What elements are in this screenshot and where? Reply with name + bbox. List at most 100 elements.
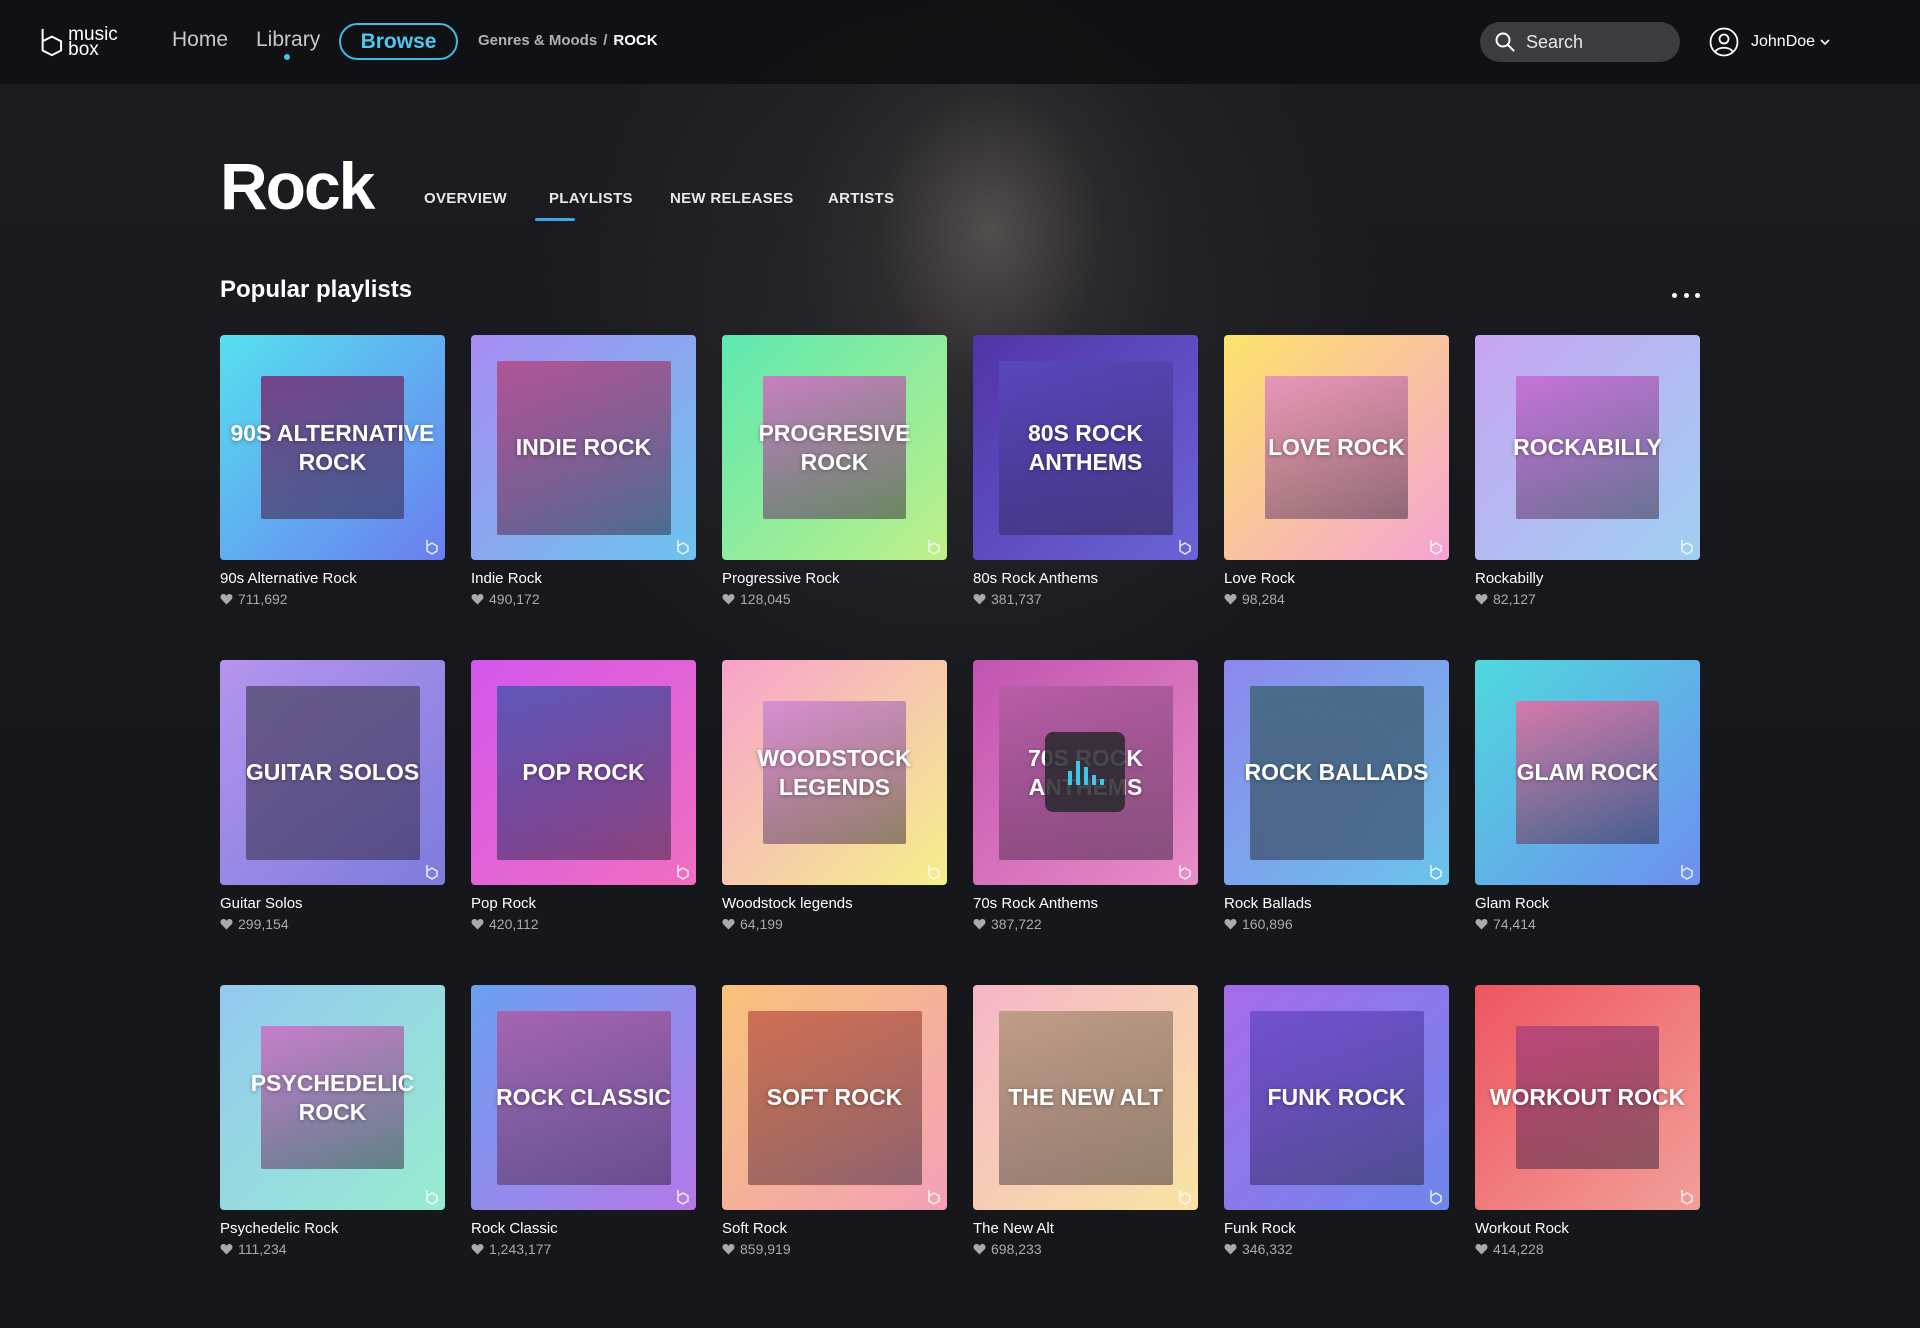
tab-artists[interactable]: ARTISTS bbox=[828, 190, 894, 207]
playlist-name[interactable]: Funk Rock bbox=[1224, 1220, 1449, 1237]
playlist-cover[interactable]: ROCK CLASSIC bbox=[471, 985, 696, 1210]
playlist-name[interactable]: Workout Rock bbox=[1475, 1220, 1700, 1237]
playlist-cover[interactable]: WOODSTOCK LEGENDS bbox=[722, 660, 947, 885]
heart-icon bbox=[1224, 1243, 1237, 1255]
playlist-name[interactable]: Glam Rock bbox=[1475, 895, 1700, 912]
tab-overview[interactable]: OVERVIEW bbox=[424, 190, 507, 207]
breadcrumb-current: ROCK bbox=[613, 32, 658, 49]
playlist-name[interactable]: Pop Rock bbox=[471, 895, 696, 912]
more-dot bbox=[1672, 292, 1677, 298]
heart-icon bbox=[1475, 593, 1488, 605]
playlist-card[interactable]: GUITAR SOLOS Guitar Solos 299,154 bbox=[220, 660, 445, 932]
search-box[interactable] bbox=[1480, 22, 1680, 62]
heart-icon bbox=[471, 1243, 484, 1255]
playlist-cover[interactable]: 90s ALTERNATIVE ROCK bbox=[220, 335, 445, 560]
music-box-badge-icon bbox=[928, 540, 940, 555]
heart-icon bbox=[1475, 918, 1488, 930]
playlist-name[interactable]: Indie Rock bbox=[471, 570, 696, 587]
nav-library[interactable]: Library bbox=[256, 28, 320, 52]
playlist-cover[interactable]: LOVE ROCK bbox=[1224, 335, 1449, 560]
user-menu[interactable]: JohnDoe bbox=[1709, 26, 1831, 58]
playlist-name[interactable]: Rock Classic bbox=[471, 1220, 696, 1237]
playlist-cover[interactable]: PSYCHEDELIC ROCK bbox=[220, 985, 445, 1210]
playlist-cover[interactable]: WORKOUT ROCK bbox=[1475, 985, 1700, 1210]
playlist-likes: 387,722 bbox=[973, 916, 1198, 932]
cover-title: ROCKABILLY bbox=[1513, 434, 1662, 460]
playlist-name[interactable]: 90s Alternative Rock bbox=[220, 570, 445, 587]
playlist-card[interactable]: 70s ROCK ANTHEMS 70s Rock Anthems 387,722 bbox=[973, 660, 1198, 932]
cover-title: INDIE ROCK bbox=[515, 434, 652, 460]
music-box-badge-icon bbox=[426, 540, 438, 555]
playlist-cover[interactable]: INDIE ROCK bbox=[471, 335, 696, 560]
breadcrumb-parent[interactable]: Genres & Moods bbox=[478, 32, 597, 49]
heart-icon bbox=[722, 593, 735, 605]
playlist-name[interactable]: The New Alt bbox=[973, 1220, 1198, 1237]
playlist-name[interactable]: Woodstock legends bbox=[722, 895, 947, 912]
playlist-cover[interactable]: SOFT ROCK bbox=[722, 985, 947, 1210]
cover-title: 90s ALTERNATIVE ROCK bbox=[230, 419, 435, 475]
playlist-name[interactable]: Progressive Rock bbox=[722, 570, 947, 587]
heart-icon bbox=[1475, 1243, 1488, 1255]
playlist-card[interactable]: ROCKABILLY Rockabilly 82,127 bbox=[1475, 335, 1700, 607]
playlist-card[interactable]: ROCK CLASSIC Rock Classic 1,243,177 bbox=[471, 985, 696, 1257]
nav-home[interactable]: Home bbox=[172, 28, 228, 52]
playlist-name[interactable]: Guitar Solos bbox=[220, 895, 445, 912]
cover-title: WORKOUT ROCK bbox=[1489, 1084, 1686, 1110]
music-box-badge-icon bbox=[677, 1190, 689, 1205]
playlist-likes: 160,896 bbox=[1224, 916, 1449, 932]
playlist-name[interactable]: 80s Rock Anthems bbox=[973, 570, 1198, 587]
playlist-card[interactable]: PSYCHEDELIC ROCK Psychedelic Rock 111,234 bbox=[220, 985, 445, 1257]
music-box-logo[interactable]: music box bbox=[38, 20, 134, 64]
more-options-button[interactable] bbox=[1672, 290, 1700, 300]
more-dot bbox=[1683, 292, 1689, 298]
likes-count: 381,737 bbox=[991, 591, 1042, 607]
playlist-card[interactable]: PROGRESIVE ROCK Progressive Rock 128,045 bbox=[722, 335, 947, 607]
playlist-cover[interactable]: 70s ROCK ANTHEMS bbox=[973, 660, 1198, 885]
playlist-card[interactable]: FUNK ROCK Funk Rock 346,332 bbox=[1224, 985, 1449, 1257]
playlist-card[interactable]: ROCK BALLADS Rock Ballads 160,896 bbox=[1224, 660, 1449, 932]
playlist-cover[interactable]: ROCKABILLY bbox=[1475, 335, 1700, 560]
tab-playlists[interactable]: PLAYLISTS bbox=[549, 190, 633, 207]
playlist-card[interactable]: LOVE ROCK Love Rock 98,284 bbox=[1224, 335, 1449, 607]
nav-browse-button[interactable]: Browse bbox=[339, 23, 458, 60]
username: JohnDoe bbox=[1751, 33, 1816, 50]
playlist-likes: 64,199 bbox=[722, 916, 947, 932]
playlist-name[interactable]: Soft Rock bbox=[722, 1220, 947, 1237]
playlist-cover[interactable]: ROCK BALLADS bbox=[1224, 660, 1449, 885]
heart-icon bbox=[220, 593, 233, 605]
playlist-card[interactable]: 80s ROCK ANTHEMS 80s Rock Anthems 381,737 bbox=[973, 335, 1198, 607]
now-playing-icon[interactable] bbox=[1045, 732, 1125, 812]
playlist-name[interactable]: Rock Ballads bbox=[1224, 895, 1449, 912]
playlist-name[interactable]: Rockabilly bbox=[1475, 570, 1700, 587]
playlist-cover[interactable]: GLAM ROCK bbox=[1475, 660, 1700, 885]
likes-count: 346,332 bbox=[1242, 1241, 1293, 1257]
playlist-cover[interactable]: POP ROCK bbox=[471, 660, 696, 885]
playlist-name[interactable]: Psychedelic Rock bbox=[220, 1220, 445, 1237]
playlist-card[interactable]: POP ROCK Pop Rock 420,112 bbox=[471, 660, 696, 932]
playlist-card[interactable]: 90s ALTERNATIVE ROCK 90s Alternative Rock… bbox=[220, 335, 445, 607]
playlist-card[interactable]: WORKOUT ROCK Workout Rock 414,228 bbox=[1475, 985, 1700, 1257]
tab-new-releases[interactable]: NEW RELEASES bbox=[670, 190, 794, 207]
playlist-cover[interactable]: PROGRESIVE ROCK bbox=[722, 335, 947, 560]
search-input[interactable] bbox=[1526, 31, 1676, 53]
playlist-cover[interactable]: FUNK ROCK bbox=[1224, 985, 1449, 1210]
playlist-card[interactable]: SOFT ROCK Soft Rock 859,919 bbox=[722, 985, 947, 1257]
playlist-likes: 74,414 bbox=[1475, 916, 1700, 932]
playlist-cover[interactable]: 80s ROCK ANTHEMS bbox=[973, 335, 1198, 560]
likes-count: 111,234 bbox=[238, 1241, 287, 1257]
playlist-card[interactable]: WOODSTOCK LEGENDS Woodstock legends 64,199 bbox=[722, 660, 947, 932]
music-box-badge-icon bbox=[928, 1190, 940, 1205]
likes-count: 490,172 bbox=[489, 591, 540, 607]
playlist-cover[interactable]: GUITAR SOLOS bbox=[220, 660, 445, 885]
top-bar: music box Home Library Browse Genres & M… bbox=[0, 0, 1920, 84]
playlist-name[interactable]: 70s Rock Anthems bbox=[973, 895, 1198, 912]
playlist-card[interactable]: THE NEW ALT The New Alt 698,233 bbox=[973, 985, 1198, 1257]
playlist-cover[interactable]: THE NEW ALT bbox=[973, 985, 1198, 1210]
cover-title: THE NEW ALT bbox=[1008, 1084, 1163, 1110]
playlist-likes: 128,045 bbox=[722, 591, 947, 607]
playlist-card[interactable]: INDIE ROCK Indie Rock 490,172 bbox=[471, 335, 696, 607]
heart-icon bbox=[973, 1243, 986, 1255]
playlist-name[interactable]: Love Rock bbox=[1224, 570, 1449, 587]
breadcrumb-separator: / bbox=[603, 32, 608, 49]
playlist-card[interactable]: GLAM ROCK Glam Rock 74,414 bbox=[1475, 660, 1700, 932]
